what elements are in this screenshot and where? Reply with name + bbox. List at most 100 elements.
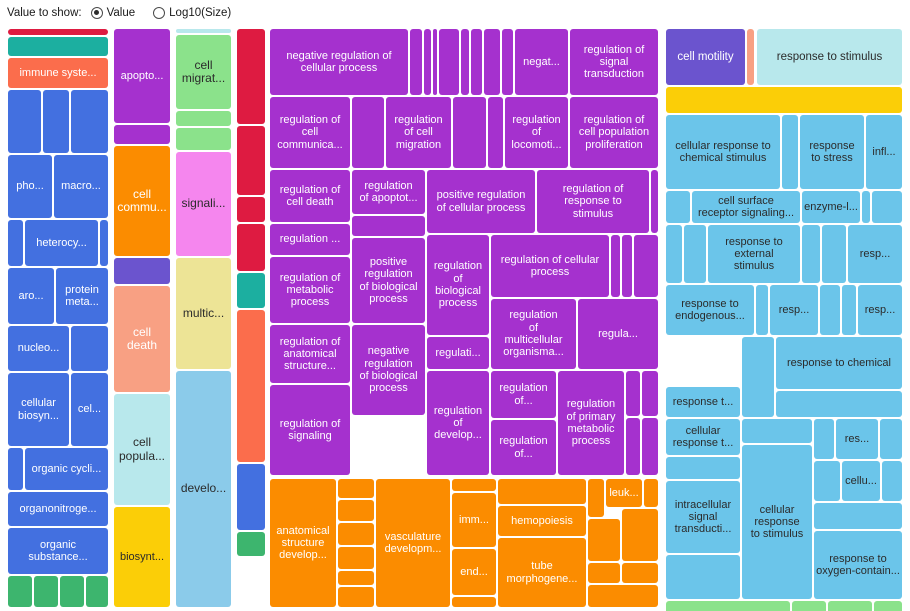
treemap-cell[interactable] [352,216,425,236]
treemap-cell[interactable] [814,461,840,501]
treemap-cell[interactable] [666,225,682,283]
treemap-cell[interactable]: aro... [8,268,54,324]
treemap-cell[interactable]: cell surface receptor signaling... [692,191,800,223]
treemap-cell[interactable] [338,571,374,585]
treemap-cell[interactable] [352,97,384,168]
treemap-cell[interactable] [471,29,482,95]
treemap-cell[interactable]: cellu... [842,461,880,501]
treemap-cell[interactable] [747,29,754,85]
treemap-cell[interactable] [43,90,69,153]
treemap-cell[interactable] [802,225,820,283]
treemap-cell[interactable] [822,225,846,283]
treemap-cell[interactable]: negative regulation of biological proces… [352,325,425,415]
treemap-cell[interactable] [424,29,431,95]
treemap-cell[interactable] [439,29,459,95]
treemap-cell[interactable] [71,90,108,153]
treemap-cell[interactable] [114,258,170,284]
radio-option-log10size[interactable]: Log10(Size) [153,7,231,19]
treemap-cell[interactable]: multic... [176,258,231,369]
treemap-cell[interactable] [100,220,108,266]
treemap-cell[interactable]: regulation ... [270,224,350,255]
treemap-cell[interactable] [880,419,902,459]
treemap-cell[interactable]: response t... [666,387,740,417]
treemap-cell[interactable]: positive regulation of cellular process [427,170,535,233]
treemap-cell[interactable]: response to external stimulus [708,225,800,283]
treemap-cell[interactable]: regulation of signal transduction [570,29,658,95]
treemap-cell[interactable] [862,191,870,223]
treemap-cell[interactable]: hemopoiesis [498,506,586,536]
treemap-cell[interactable] [176,111,231,126]
treemap-cell[interactable]: resp... [858,285,902,335]
treemap-cell[interactable] [588,519,620,561]
treemap-cell[interactable] [237,532,265,556]
treemap-cell[interactable]: leuk... [606,479,642,507]
treemap-cell[interactable]: resp... [848,225,902,283]
treemap-cell[interactable]: regulation of cell population proliferat… [570,97,658,168]
treemap-cell[interactable]: macro... [54,155,108,218]
treemap-cell[interactable]: cell death [114,286,170,392]
treemap-cell[interactable] [814,503,902,529]
treemap-cell[interactable] [588,479,604,517]
treemap-cell[interactable] [338,479,374,498]
treemap-cell[interactable]: regulation of biological process [427,235,489,335]
treemap-cell[interactable]: regulation of cell communica... [270,97,350,168]
treemap-cell[interactable] [8,37,108,56]
treemap-cell[interactable]: regulation of cell migration [386,97,451,168]
treemap-cell[interactable] [776,391,902,417]
treemap-cell[interactable] [237,29,265,124]
treemap-cell[interactable]: cell motility [666,29,745,85]
treemap-cell[interactable]: response to chemical [776,337,902,389]
treemap-cell[interactable]: negat... [515,29,568,95]
treemap-cell[interactable] [666,87,902,113]
treemap-cell[interactable] [338,500,374,521]
treemap-cell[interactable]: pho... [8,155,52,218]
treemap-cell[interactable] [488,97,503,168]
treemap-cell[interactable]: response to stimulus [757,29,902,85]
treemap-cell[interactable] [237,310,265,462]
treemap-cell[interactable]: enzyme-l... [802,191,860,223]
treemap-cell[interactable] [782,115,798,189]
treemap-cell[interactable] [651,170,658,233]
treemap-cell[interactable] [684,225,706,283]
treemap-cell[interactable] [742,337,774,417]
treemap-cell[interactable] [626,371,640,416]
treemap-cell[interactable] [8,448,23,490]
treemap-cell[interactable] [872,191,902,223]
treemap-cell[interactable]: res... [836,419,878,459]
treemap-cell[interactable]: infl... [866,115,902,189]
treemap-cell[interactable] [588,563,620,583]
treemap-cell[interactable] [842,285,856,335]
treemap-cell[interactable]: immune syste... [8,58,108,88]
radio-option-value[interactable]: Value [90,7,135,19]
treemap-cell[interactable] [642,418,658,475]
treemap-cell[interactable] [452,597,496,607]
treemap-cell[interactable]: response to oxygen-contain... [814,531,902,599]
treemap-cell[interactable] [666,191,690,223]
treemap-cell[interactable]: signali... [176,152,231,256]
treemap-cell[interactable] [588,585,658,607]
treemap-cell[interactable] [452,479,496,491]
treemap-cell[interactable] [820,285,840,335]
treemap-cell[interactable] [622,235,632,297]
treemap-cell[interactable] [498,479,586,504]
treemap-cell[interactable] [237,273,265,308]
treemap-cell[interactable]: resp... [770,285,818,335]
treemap-cell[interactable] [461,29,469,95]
treemap-cell[interactable]: heterocy... [25,220,98,266]
treemap-cell[interactable]: imm... [452,493,496,547]
treemap-cell[interactable]: anatomical structure develop... [270,479,336,607]
treemap-cell[interactable] [622,509,658,561]
treemap-cell[interactable] [666,601,790,611]
treemap-cell[interactable] [86,576,108,607]
treemap-cell[interactable] [666,555,740,599]
treemap-cell[interactable]: regulati... [427,337,489,369]
treemap-cell[interactable] [237,224,265,271]
treemap-cell[interactable]: response to stress [800,115,864,189]
treemap-cell[interactable]: protein meta... [56,268,108,324]
treemap-cell[interactable]: negative regulation of cellular process [270,29,408,95]
treemap-cell[interactable] [176,128,231,150]
treemap-cell[interactable]: develo... [176,371,231,607]
treemap-cell[interactable]: regulation of develop... [427,371,489,475]
treemap-cell[interactable] [433,29,437,95]
treemap-cell[interactable] [626,418,640,475]
